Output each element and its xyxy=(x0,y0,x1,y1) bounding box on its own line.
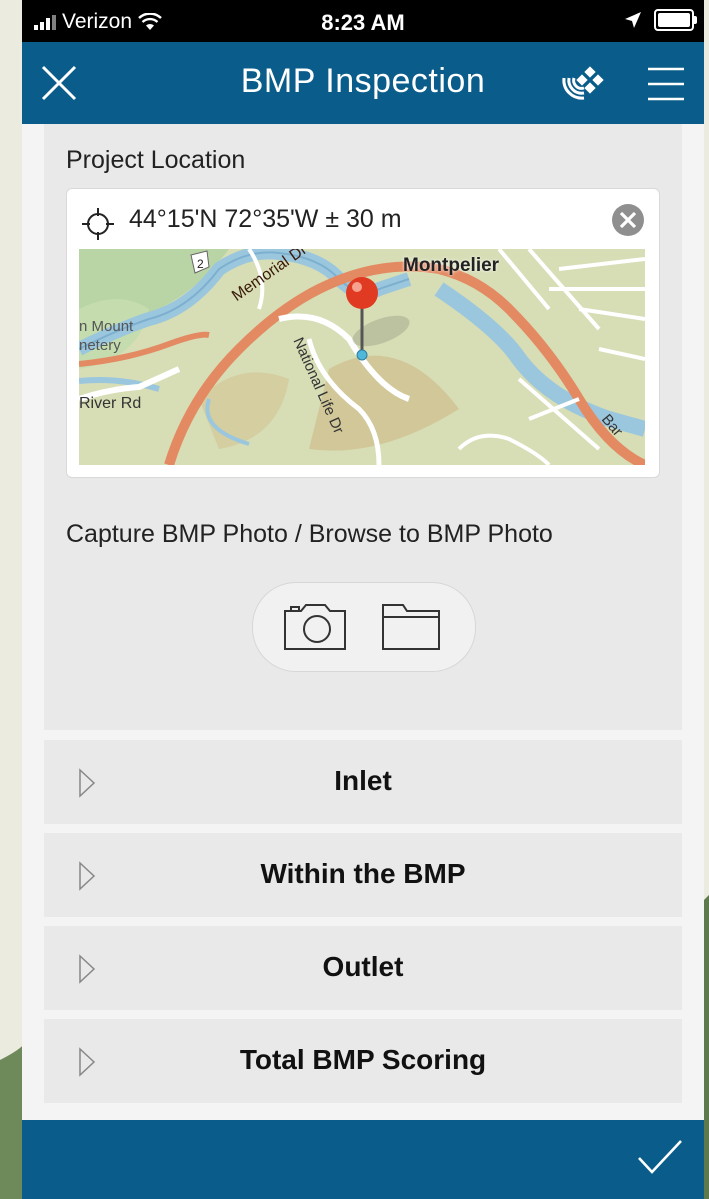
map-label-place: n Mount netery xyxy=(79,318,134,354)
phone-screen: Verizon 8:23 AM BMP Inspection Project L… xyxy=(22,0,704,1199)
map-route-shield: 2 xyxy=(197,257,204,271)
menu-button[interactable] xyxy=(646,66,686,107)
camera-button[interactable] xyxy=(283,601,347,656)
project-location-card: Project Location 44°15'N 72°35'W ± 30 m xyxy=(44,124,682,730)
photo-label: Capture BMP Photo / Browse to BMP Photo xyxy=(66,520,553,548)
checkmark-icon xyxy=(638,1140,682,1174)
group-label: Inlet xyxy=(334,765,392,796)
geopoint-field[interactable]: 44°15'N 72°35'W ± 30 m 2 Montpelier Memo… xyxy=(66,188,660,478)
map-label-city: Montpelier xyxy=(403,255,500,276)
group-outlet[interactable]: Outlet xyxy=(44,926,682,1010)
folder-icon xyxy=(382,604,440,650)
group-total-scoring[interactable]: Total BMP Scoring xyxy=(44,1019,682,1103)
camera-icon xyxy=(284,604,346,650)
status-bar: Verizon 8:23 AM xyxy=(22,0,704,42)
nav-bar: BMP Inspection xyxy=(22,42,704,124)
clear-location-button[interactable] xyxy=(611,203,645,242)
group-inlet[interactable]: Inlet xyxy=(44,740,682,824)
clock: 8:23 AM xyxy=(321,10,405,35)
gps-button[interactable] xyxy=(558,62,606,109)
clear-circle-icon xyxy=(612,204,644,236)
crosshair-icon xyxy=(82,208,114,240)
browse-folder-button[interactable] xyxy=(381,603,441,656)
location-arrow-icon xyxy=(625,12,641,28)
group-within-bmp[interactable]: Within the BMP xyxy=(44,833,682,917)
bottom-toolbar xyxy=(22,1120,704,1199)
map-tiles xyxy=(79,249,645,465)
hamburger-menu-icon xyxy=(648,67,684,101)
group-label: Outlet xyxy=(322,951,404,982)
battery-icon xyxy=(654,9,697,31)
group-label: Within the BMP xyxy=(260,858,466,889)
location-map[interactable]: 2 Montpelier Memorial Dr National Life D… xyxy=(79,249,645,465)
submit-button[interactable] xyxy=(636,1138,684,1181)
project-location-label: Project Location xyxy=(66,146,246,174)
map-label-road-river: River Rd xyxy=(79,395,142,412)
group-label: Total BMP Scoring xyxy=(239,1044,487,1075)
photo-actions xyxy=(252,582,476,672)
satellite-icon xyxy=(562,66,604,100)
coordinates-text: 44°15'N 72°35'W ± 30 m xyxy=(129,205,402,233)
